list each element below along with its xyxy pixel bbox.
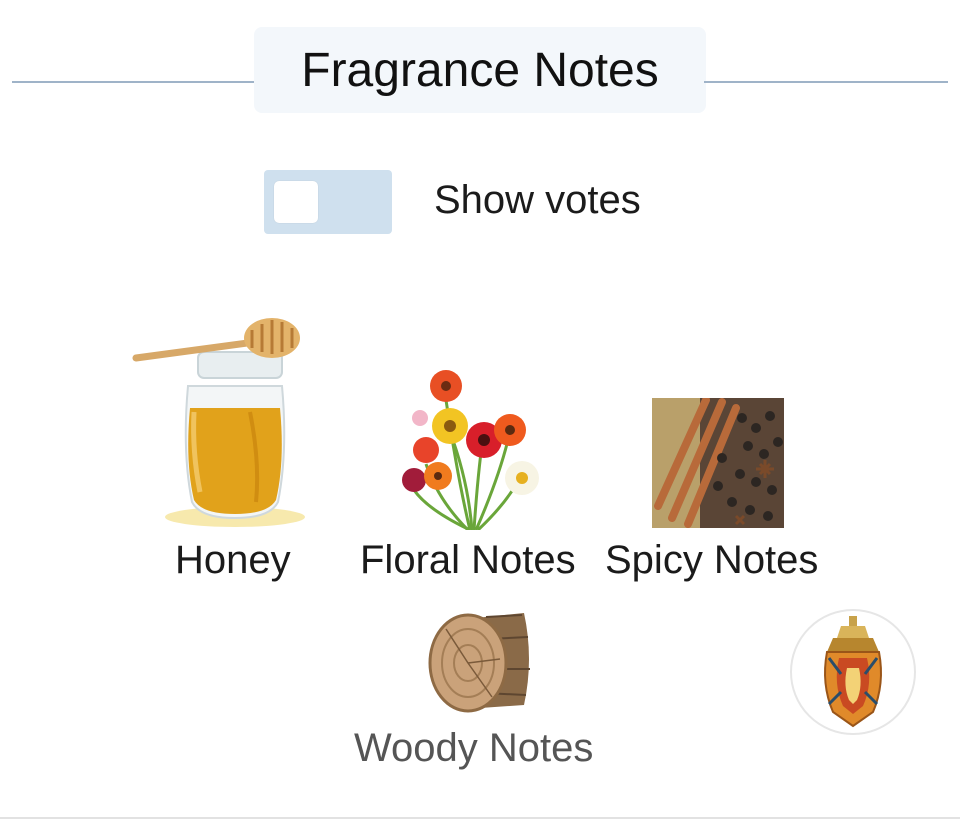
note-floral[interactable]	[398, 370, 553, 532]
section-title: Fragrance Notes	[254, 27, 706, 113]
section-divider-left	[12, 81, 256, 83]
note-label-woody[interactable]: Woody Notes	[354, 726, 593, 771]
honey-jar-icon	[132, 318, 305, 527]
note-label-spicy[interactable]: Spicy Notes	[605, 538, 818, 583]
note-woody[interactable]	[426, 609, 534, 713]
note-spicy[interactable]	[652, 396, 784, 528]
perfume-bottle-icon	[824, 616, 882, 728]
note-label-floral[interactable]: Floral Notes	[360, 538, 576, 583]
show-votes-label: Show votes	[434, 178, 641, 222]
toggle-knob[interactable]	[274, 181, 318, 223]
perfume-badge-button[interactable]	[790, 609, 916, 735]
spices-icon	[652, 396, 784, 528]
show-votes-toggle[interactable]	[264, 170, 392, 234]
note-honey[interactable]	[130, 312, 340, 532]
flowers-icon	[402, 370, 539, 532]
note-label-honey[interactable]: Honey	[175, 538, 291, 583]
bottom-divider	[0, 817, 960, 819]
wood-log-icon	[428, 613, 530, 713]
section-divider-right	[704, 81, 948, 83]
